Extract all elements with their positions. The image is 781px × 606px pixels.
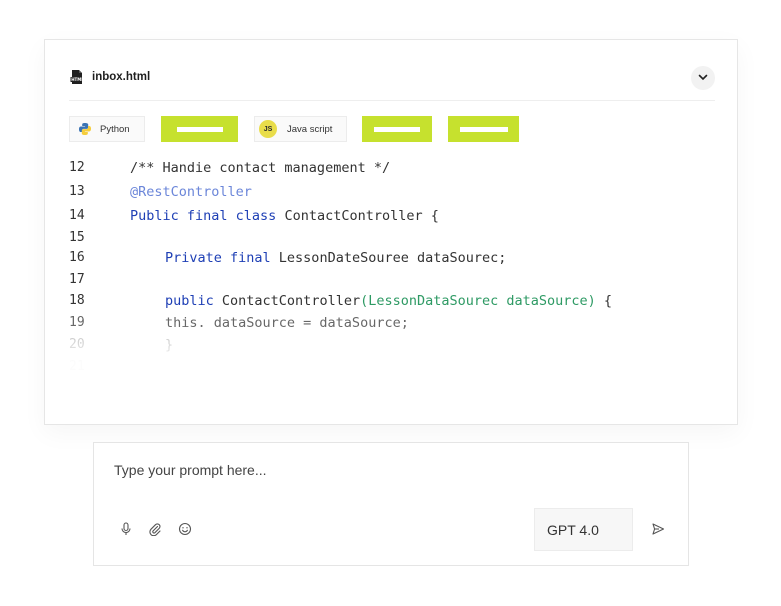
emoji-icon[interactable]: [177, 521, 193, 537]
model-label: GPT 4.0: [547, 521, 599, 538]
code-token: }: [165, 337, 174, 353]
tab-label: Java script: [287, 123, 333, 135]
tab-label: Python: [100, 123, 130, 135]
line-number: 13: [69, 184, 85, 199]
chevron-down-icon: [698, 69, 708, 87]
code-line: 20}: [45, 337, 737, 357]
code-token: LessonDateSouree dataSourec;: [270, 250, 507, 266]
code-token: public: [165, 293, 214, 309]
code-line: 15: [45, 230, 737, 250]
javascript-icon: JS: [259, 120, 277, 138]
editor-header: HTML inbox.html: [45, 40, 737, 102]
code-text: @RestController: [130, 184, 252, 200]
placeholder-bar: [176, 126, 223, 132]
code-line: 18 public ContactController(LessonDataSou…: [45, 293, 737, 313]
code-token: this. dataSource = dataSource;: [165, 315, 409, 331]
code-line: 17: [45, 272, 737, 292]
code-token: Private final: [165, 250, 271, 266]
placeholder-bar: [459, 126, 508, 132]
code-line: 13 @RestController: [45, 184, 737, 204]
prompt-box: GPT 4.0: [93, 442, 689, 566]
svg-text:HTML: HTML: [71, 77, 84, 82]
code-token: /** Handie contact management */: [130, 160, 391, 176]
code-line: 21: [45, 359, 737, 379]
model-select[interactable]: GPT 4.0: [534, 508, 633, 551]
code-token: ContactController: [213, 293, 361, 309]
code-text: }: [165, 337, 173, 353]
code-token: ContactController {: [276, 208, 439, 224]
line-number: 20: [69, 337, 85, 352]
code-line: 16 Private final LessonDateSouree dataSou…: [45, 250, 737, 270]
line-number: 17: [69, 272, 85, 287]
code-token: (LessonDataSourec dataSource): [360, 293, 596, 309]
line-number: 15: [69, 230, 85, 245]
line-number: 19: [69, 315, 85, 330]
file-name: inbox.html: [92, 71, 151, 83]
tab-javascript[interactable]: JS Java script: [254, 116, 347, 142]
tab-placeholder-2[interactable]: [362, 116, 432, 142]
code-line: 19 this. dataSource = dataSource;: [45, 315, 737, 335]
paperclip-icon[interactable]: [147, 521, 163, 537]
send-icon[interactable]: [649, 520, 667, 538]
html-file-icon: HTML: [69, 69, 85, 85]
tab-placeholder-3[interactable]: [448, 116, 519, 142]
code-text: public ContactController(LessonDataSoure…: [165, 293, 612, 309]
line-number: 14: [69, 208, 85, 223]
code-view[interactable]: 12 /** Handie contact management */ 13 @Res…: [45, 160, 737, 390]
prompt-input[interactable]: [114, 459, 654, 481]
collapse-button[interactable]: [691, 66, 715, 90]
line-number: 16: [69, 250, 85, 265]
code-token: Public final class: [130, 208, 277, 224]
code-text: Private final LessonDateSouree dataSoure…: [165, 250, 506, 266]
microphone-icon[interactable]: [118, 521, 134, 537]
line-number: 18: [69, 293, 85, 308]
tab-placeholder-1[interactable]: [161, 116, 238, 142]
code-token: {: [595, 293, 613, 309]
header-divider: [69, 100, 715, 101]
code-text: this. dataSource = dataSource;: [165, 315, 409, 331]
code-text: /** Handie contact management */: [130, 160, 390, 176]
placeholder-bar: [374, 126, 420, 132]
code-editor-card: HTML inbox.html Python JS Java script 12…: [44, 39, 738, 425]
code-line: 12 /** Handie contact management */: [45, 160, 737, 180]
language-tabs: Python JS Java script: [45, 116, 737, 144]
line-number: 21: [69, 359, 85, 374]
code-line: 14 Public final class ContactController {: [45, 208, 737, 228]
line-number: 12: [69, 160, 85, 175]
code-text: Public final class ContactController {: [130, 208, 439, 224]
code-token: @RestController: [130, 184, 252, 200]
python-icon: [78, 122, 92, 136]
tab-python[interactable]: Python: [69, 116, 145, 142]
